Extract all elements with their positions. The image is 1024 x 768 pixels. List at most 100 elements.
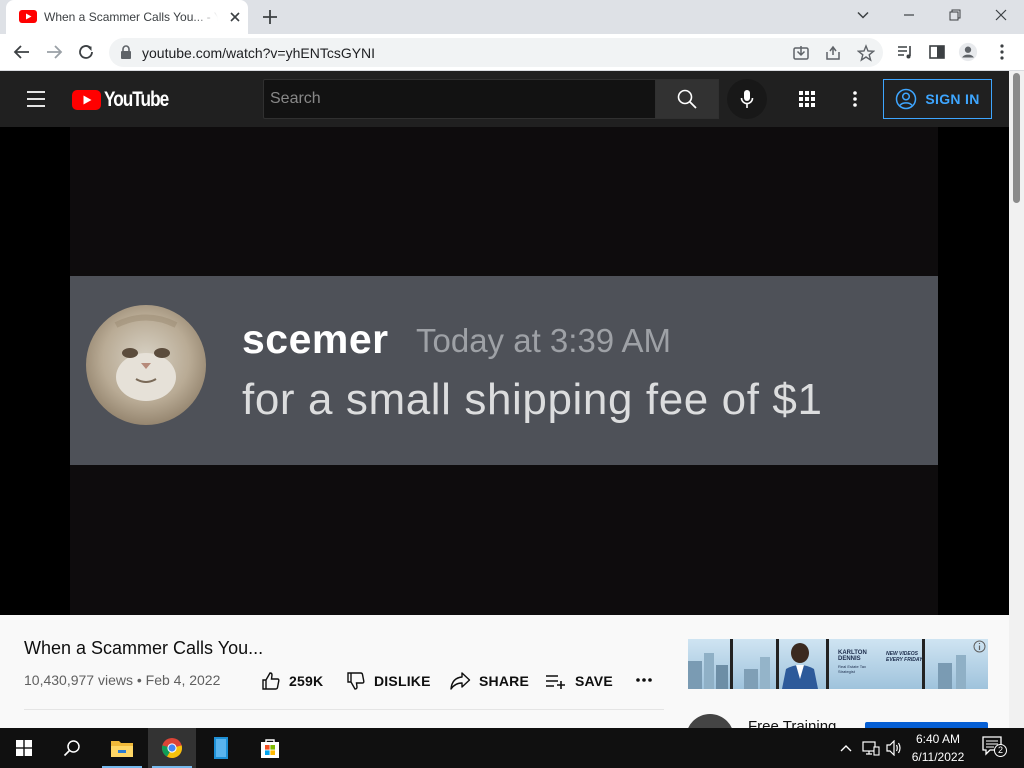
clock-date: 6/11/2022 — [911, 750, 965, 764]
youtube-logo[interactable]: YouTube — [72, 88, 182, 112]
profile-icon[interactable] — [958, 42, 978, 62]
dislike-label: DISLIKE — [374, 673, 431, 689]
info-icon[interactable] — [973, 640, 986, 653]
url-text: youtube.com/watch?v=yhENTcsGYNI — [142, 45, 376, 61]
save-button[interactable]: SAVE — [545, 671, 613, 691]
network-icon[interactable] — [862, 740, 880, 756]
sign-in-button[interactable]: SIGN IN — [883, 79, 992, 119]
chat-timestamp: Today at 3:39 AM — [416, 322, 671, 359]
kebab-icon[interactable] — [992, 42, 1012, 62]
notification-count: 2 — [994, 744, 1007, 757]
recommendation-thumbnail[interactable] — [686, 714, 734, 728]
browser-toolbar: youtube.com/watch?v=yhENTcsGYNI — [0, 34, 1024, 71]
share-icon[interactable] — [824, 44, 842, 62]
minimize-button[interactable] — [886, 0, 932, 30]
ad-tagline: NEW VIDEOS EVERY FRIDAY — [886, 651, 923, 663]
youtube-logo-text: YouTube — [104, 88, 169, 111]
reload-icon — [79, 45, 93, 59]
restore-button[interactable] — [932, 0, 978, 30]
start-button[interactable] — [0, 728, 48, 768]
tab-search-button[interactable] — [840, 0, 886, 30]
forward-button[interactable] — [42, 40, 66, 64]
video-title: When a Scammer Calls You... — [24, 638, 264, 658]
recommendation-title[interactable]: Free Training — [748, 718, 836, 728]
taskbar-clock[interactable]: 6:40 AM 6/11/2022 — [898, 730, 978, 766]
sidepanel-icon[interactable] — [927, 42, 947, 62]
browser-tab[interactable]: When a Scammer Calls You... - YouTube — [6, 0, 248, 34]
minimize-icon — [904, 14, 914, 16]
ad-banner[interactable]: KARLTON DENNIS Real Estate Tax Strategis… — [688, 639, 988, 689]
more-horizontal-icon — [636, 678, 652, 682]
address-bar[interactable]: youtube.com/watch?v=yhENTcsGYNI — [109, 38, 883, 67]
taskbar-notepad[interactable] — [197, 728, 245, 768]
chrome-icon — [161, 738, 183, 759]
plus-icon[interactable] — [260, 7, 280, 27]
windows-taskbar: 6:40 AM 6/11/2022 2 — [0, 728, 1024, 768]
view-count: 10,430,977 views — [24, 672, 133, 688]
taskbar-search-button[interactable] — [48, 728, 96, 768]
media-icon[interactable] — [895, 42, 915, 62]
taskbar-file-explorer[interactable] — [98, 728, 146, 768]
hamburger-menu-icon[interactable] — [26, 89, 46, 109]
more-actions-button[interactable] — [635, 677, 653, 683]
share-button[interactable]: SHARE — [449, 671, 529, 691]
star-icon[interactable] — [857, 44, 875, 62]
windows-logo-icon — [16, 740, 32, 756]
search-box — [263, 79, 656, 119]
taskbar-store[interactable] — [246, 728, 294, 768]
notepad-icon — [214, 737, 228, 759]
lock-icon[interactable] — [120, 45, 132, 59]
video-frame: scemer Today at 3:39 AM for a small ship… — [70, 127, 938, 615]
back-icon — [13, 45, 29, 59]
ad-subtitle: Real Estate Tax Strategist — [838, 664, 866, 674]
share-label: SHARE — [479, 673, 530, 689]
store-icon — [261, 739, 279, 758]
chevron-up-icon[interactable] — [840, 743, 852, 753]
chat-message-text: for a small shipping fee of $1 — [242, 375, 823, 424]
search-input[interactable] — [264, 80, 655, 118]
playlist-add-icon — [546, 675, 565, 689]
dislike-button[interactable]: DISLIKE — [346, 671, 431, 691]
youtube-favicon-icon — [19, 10, 37, 23]
voice-search-button[interactable] — [727, 79, 767, 119]
settings-kebab-icon[interactable] — [843, 87, 867, 111]
notification-center[interactable]: 2 — [982, 736, 1007, 760]
upload-date: Feb 4, 2022 — [145, 672, 221, 688]
chat-username: scemer — [242, 316, 389, 362]
microphone-icon — [740, 90, 754, 108]
meta-separator: • — [136, 672, 142, 688]
install-icon[interactable] — [792, 44, 810, 62]
close-window-button[interactable] — [978, 0, 1024, 30]
youtube-header: YouTube SIGN IN — [0, 71, 1009, 127]
section-divider — [24, 709, 664, 710]
sign-in-label: SIGN IN — [925, 91, 980, 107]
share-arrow-icon — [450, 672, 471, 690]
search-icon — [63, 740, 80, 757]
tab-title: When a Scammer Calls You... - YouTube — [44, 10, 218, 24]
back-button[interactable] — [10, 40, 34, 64]
like-count: 259K — [289, 673, 324, 689]
scrollbar-thumb[interactable] — [1013, 73, 1020, 203]
chevron-down-icon — [857, 11, 869, 19]
close-icon — [995, 9, 1007, 21]
search-icon — [677, 89, 697, 109]
folder-icon — [111, 741, 133, 757]
close-icon[interactable] — [227, 9, 243, 25]
thumbs-up-icon — [262, 672, 280, 690]
video-meta: 10,430,977 views • Feb 4, 2022 — [24, 672, 220, 688]
video-player[interactable]: scemer Today at 3:39 AM for a small ship… — [0, 127, 1009, 615]
clock-time: 6:40 AM — [915, 732, 961, 746]
chat-message-band: scemer Today at 3:39 AM for a small ship… — [70, 276, 938, 465]
save-label: SAVE — [575, 673, 613, 689]
taskbar-chrome[interactable] — [148, 728, 196, 768]
youtube-logo-icon — [72, 90, 101, 110]
restore-icon — [949, 9, 961, 21]
cat-avatar — [86, 305, 206, 425]
video-info-section: When a Scammer Calls You... 10,430,977 v… — [0, 615, 1009, 728]
forward-icon — [47, 45, 63, 59]
reload-button[interactable] — [74, 40, 98, 64]
apps-grid-icon[interactable] — [795, 87, 819, 111]
page-scrollbar[interactable] — [1009, 71, 1024, 728]
search-button[interactable] — [655, 79, 719, 119]
like-button[interactable]: 259K — [261, 671, 323, 691]
